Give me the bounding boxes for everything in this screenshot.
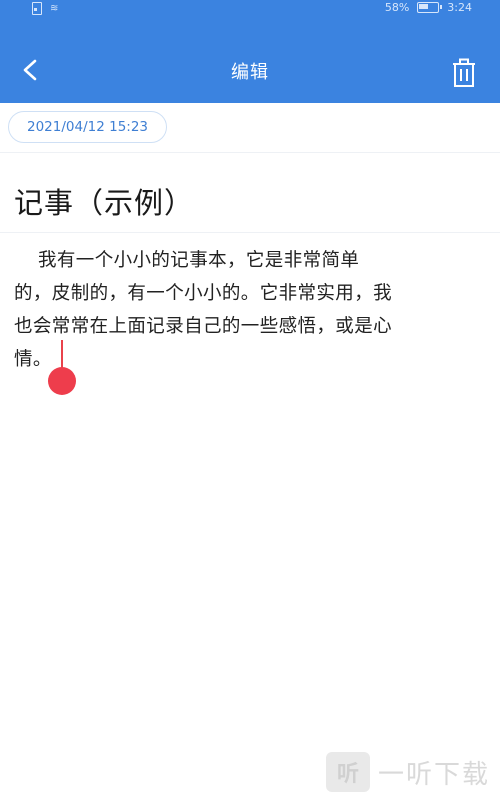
note-body-line: 情。 <box>14 349 52 370</box>
app-header: ≋ 58% 3:24 编辑 <box>0 0 500 103</box>
battery-percent: 58% <box>384 1 410 14</box>
note-body-line: 也会常常在上面记录自己的一些感悟，或是心 <box>14 316 393 337</box>
watermark: 听 一听下载 <box>325 752 490 792</box>
divider <box>0 152 500 153</box>
status-bar: ≋ 58% 3:24 <box>0 0 500 18</box>
trash-icon <box>453 58 475 87</box>
note-date-badge: 2021/04/12 15:23 <box>8 111 168 143</box>
status-time: 3:24 <box>447 1 472 14</box>
note-body-line: 的，皮制的，有一个小小的。它非常实用，我 <box>14 283 393 304</box>
page-title: 编辑 <box>231 62 269 83</box>
status-left: ≋ <box>32 2 58 15</box>
wifi-icon: ≋ <box>50 3 59 14</box>
note-body-line: 我有一个小小的记事本，它是非常简单 <box>38 250 360 271</box>
cursor-drag-handle[interactable] <box>48 367 76 395</box>
battery-icon <box>417 2 443 13</box>
status-right: 58% 3:24 <box>385 1 472 14</box>
delete-button[interactable] <box>450 58 478 88</box>
sim-card-icon <box>32 2 42 15</box>
watermark-logo-icon: 听 <box>325 752 370 792</box>
divider <box>0 232 500 233</box>
note-body-editor[interactable]: 我有一个小小的记事本，它是非常简单 的，皮制的，有一个小小的。它非常实用，我 也… <box>14 244 492 376</box>
note-title[interactable]: 记事（示例） <box>14 180 194 222</box>
watermark-text: 一听下载 <box>377 759 490 790</box>
